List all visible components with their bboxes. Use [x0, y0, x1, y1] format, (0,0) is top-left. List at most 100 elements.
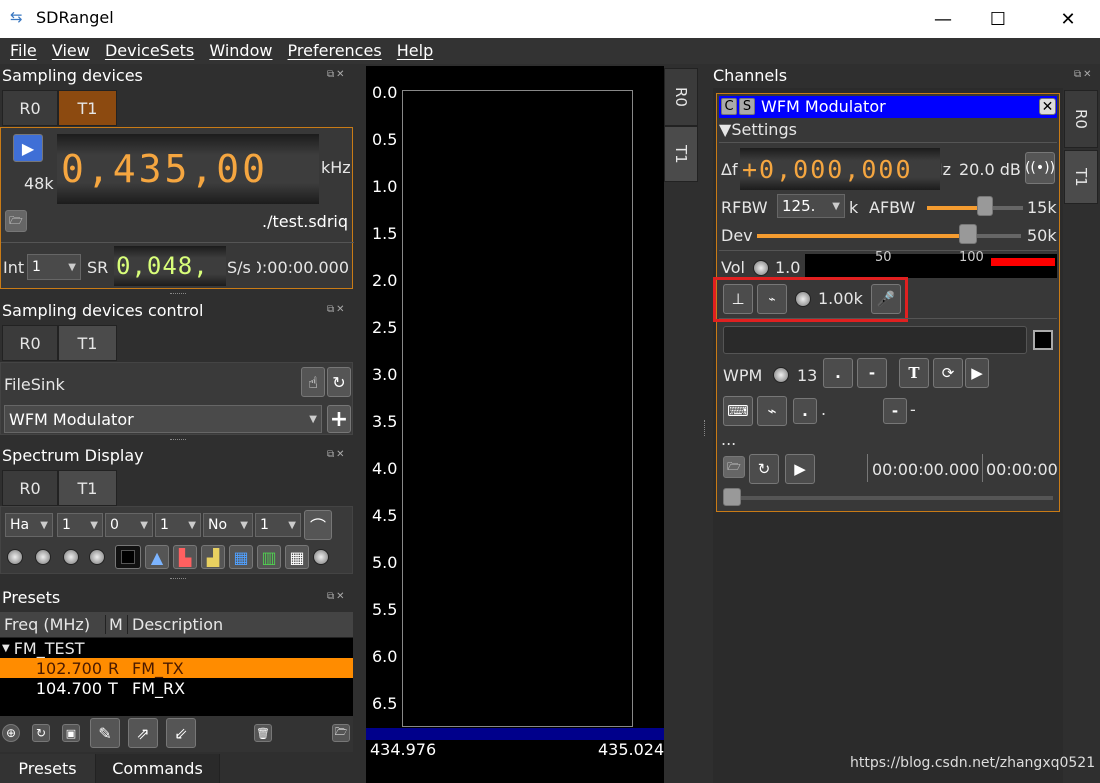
- splitter[interactable]: [355, 66, 365, 783]
- dock-float-close-icon[interactable]: ⧉✕: [327, 69, 347, 80]
- delete-preset-button[interactable]: 🗑: [254, 724, 272, 742]
- clear-spectrum-button[interactable]: [115, 545, 141, 569]
- text-mode-button[interactable]: T: [899, 358, 929, 388]
- add-preset-button[interactable]: ⊕: [2, 724, 20, 742]
- play-morse-button[interactable]: ▶: [965, 358, 989, 388]
- dev-slider[interactable]: [757, 234, 1021, 238]
- edit-preset-button[interactable]: ✎: [90, 718, 120, 748]
- tab-t1[interactable]: T1: [58, 470, 117, 506]
- play-file-button[interactable]: ▶: [785, 454, 815, 484]
- fft-size-select[interactable]: 1 ▼: [57, 513, 103, 537]
- splitter-handle[interactable]: [170, 439, 186, 442]
- range-select[interactable]: 1 ▼: [155, 513, 201, 537]
- update-preset-button[interactable]: ↻: [32, 724, 50, 742]
- delta-frequency-dial[interactable]: +0,000,000: [740, 148, 940, 190]
- transmit-button[interactable]: ((•)): [1025, 152, 1055, 184]
- dash-button[interactable]: -: [857, 358, 887, 388]
- play-button[interactable]: ▶: [13, 134, 43, 162]
- add-channel-button[interactable]: +: [327, 405, 351, 433]
- trace-intensity-knob[interactable]: [89, 549, 105, 565]
- histogram-toggle-button[interactable]: ▦: [229, 545, 253, 569]
- sample-rate-dial[interactable]: 0,048,: [114, 246, 226, 286]
- frequency-dial[interactable]: 0,435,00: [57, 134, 319, 204]
- column-header-freq[interactable]: Freq (MHz): [0, 615, 106, 634]
- menu-help[interactable]: Help: [397, 38, 433, 60]
- table-row[interactable]: 102.700 R FM_TX: [0, 658, 353, 678]
- color-picker[interactable]: [1033, 330, 1053, 350]
- save-preset-button[interactable]: ▣: [62, 724, 80, 742]
- dock-float-close-icon[interactable]: ⧉✕: [1074, 69, 1094, 80]
- grid-intensity-knob[interactable]: [313, 549, 329, 565]
- window-select[interactable]: Ha ▼: [5, 513, 53, 537]
- decay-divisor-knob[interactable]: [35, 549, 51, 565]
- dash-key-button[interactable]: -: [883, 398, 907, 424]
- channel-marker-c[interactable]: C: [721, 98, 737, 115]
- expand-arrow-icon[interactable]: ▼: [0, 643, 10, 654]
- splitter-handle[interactable]: [704, 420, 707, 436]
- open-file-icon[interactable]: 🗁: [723, 456, 745, 478]
- spectrum-view[interactable]: 0.0 0.5 1.0 1.5 2.0 2.5 3.0 3.5 4.0 4.5 5.0 5.5 6.0 6…: [366, 66, 664, 783]
- afbw-slider-handle[interactable]: [976, 196, 993, 216]
- channel-marker-s[interactable]: S: [739, 98, 755, 115]
- channel-select[interactable]: WFM Modulator ▼: [4, 405, 322, 433]
- dock-float-close-icon[interactable]: ⧉✕: [327, 304, 347, 315]
- menu-view[interactable]: View: [52, 38, 90, 60]
- open-file-icon[interactable]: 🗁: [5, 210, 27, 232]
- linear-scale-button[interactable]: ⌒: [304, 510, 332, 540]
- tab-t1[interactable]: T1: [58, 90, 117, 126]
- settings-toggle[interactable]: ▼Settings: [719, 120, 797, 139]
- reload-button[interactable]: ↻: [327, 367, 351, 397]
- vtab-r0[interactable]: R0: [1064, 90, 1098, 148]
- int-select[interactable]: 1 ▼: [27, 254, 81, 280]
- morse-text-input[interactable]: [723, 326, 1027, 354]
- dot-button[interactable]: .: [823, 358, 853, 388]
- loop-button[interactable]: ⟳: [933, 358, 963, 388]
- rfbw-select[interactable]: 125. ▼: [777, 194, 845, 218]
- menu-window[interactable]: Window: [209, 38, 272, 60]
- tab-presets[interactable]: Presets: [0, 754, 96, 783]
- column-header-description[interactable]: Description: [128, 615, 223, 634]
- wpm-knob[interactable]: [773, 367, 789, 383]
- export-preset-button[interactable]: ⇗: [128, 718, 158, 748]
- vtab-t1[interactable]: T1: [664, 126, 698, 182]
- select-device-button[interactable]: ☝: [301, 367, 325, 397]
- close-icon[interactable]: ✕: [1039, 98, 1056, 115]
- splitter-handle[interactable]: [170, 293, 186, 296]
- maximize-button[interactable]: ☐: [975, 0, 1021, 38]
- vtab-t1[interactable]: T1: [1064, 150, 1098, 204]
- preset-group[interactable]: ▼ FM_TEST: [0, 638, 353, 658]
- menu-file[interactable]: File: [10, 38, 37, 60]
- menu-preferences[interactable]: Preferences: [288, 38, 382, 60]
- tab-r0[interactable]: R0: [2, 90, 58, 126]
- dock-float-close-icon[interactable]: ⧉✕: [327, 449, 347, 460]
- volume-knob[interactable]: [753, 260, 769, 276]
- max-hold-button[interactable]: ▲: [145, 545, 169, 569]
- minimize-button[interactable]: —: [920, 0, 966, 38]
- vtab-r0[interactable]: R0: [664, 68, 698, 126]
- waterfall-toggle-button[interactable]: ▟: [201, 545, 225, 569]
- column-header-mode[interactable]: M: [106, 615, 128, 634]
- ref-level-select[interactable]: 0 ▼: [105, 513, 153, 537]
- current-trace-button[interactable]: ▙: [173, 545, 197, 569]
- menu-devicesets[interactable]: DeviceSets: [105, 38, 194, 60]
- decay-knob[interactable]: [7, 549, 23, 565]
- tab-r0[interactable]: R0: [2, 470, 58, 506]
- dot-key-button[interactable]: .: [793, 398, 817, 424]
- 3d-spectrogram-button[interactable]: ▥: [257, 545, 281, 569]
- close-button[interactable]: ✕: [1045, 0, 1091, 38]
- dev-slider-handle[interactable]: [959, 224, 978, 244]
- averaging-select[interactable]: 1 ▼: [255, 513, 301, 537]
- afbw-slider[interactable]: [927, 206, 1023, 210]
- dock-float-close-icon[interactable]: ⧉✕: [327, 591, 347, 602]
- file-position-handle[interactable]: [723, 488, 741, 506]
- tab-commands[interactable]: Commands: [96, 754, 220, 783]
- keyer-button[interactable]: ⌁: [757, 396, 787, 426]
- loop-file-button[interactable]: ↻: [749, 454, 779, 484]
- splitter-handle[interactable]: [170, 578, 186, 581]
- import-preset-button[interactable]: ⇙: [166, 718, 196, 748]
- averaging-mode-select[interactable]: No ▼: [203, 513, 253, 537]
- keyboard-button[interactable]: ⌨: [723, 396, 753, 426]
- table-row[interactable]: 104.700 T FM_RX: [0, 678, 353, 698]
- tab-t1[interactable]: T1: [58, 325, 117, 361]
- grid-toggle-button[interactable]: ▦: [285, 545, 309, 569]
